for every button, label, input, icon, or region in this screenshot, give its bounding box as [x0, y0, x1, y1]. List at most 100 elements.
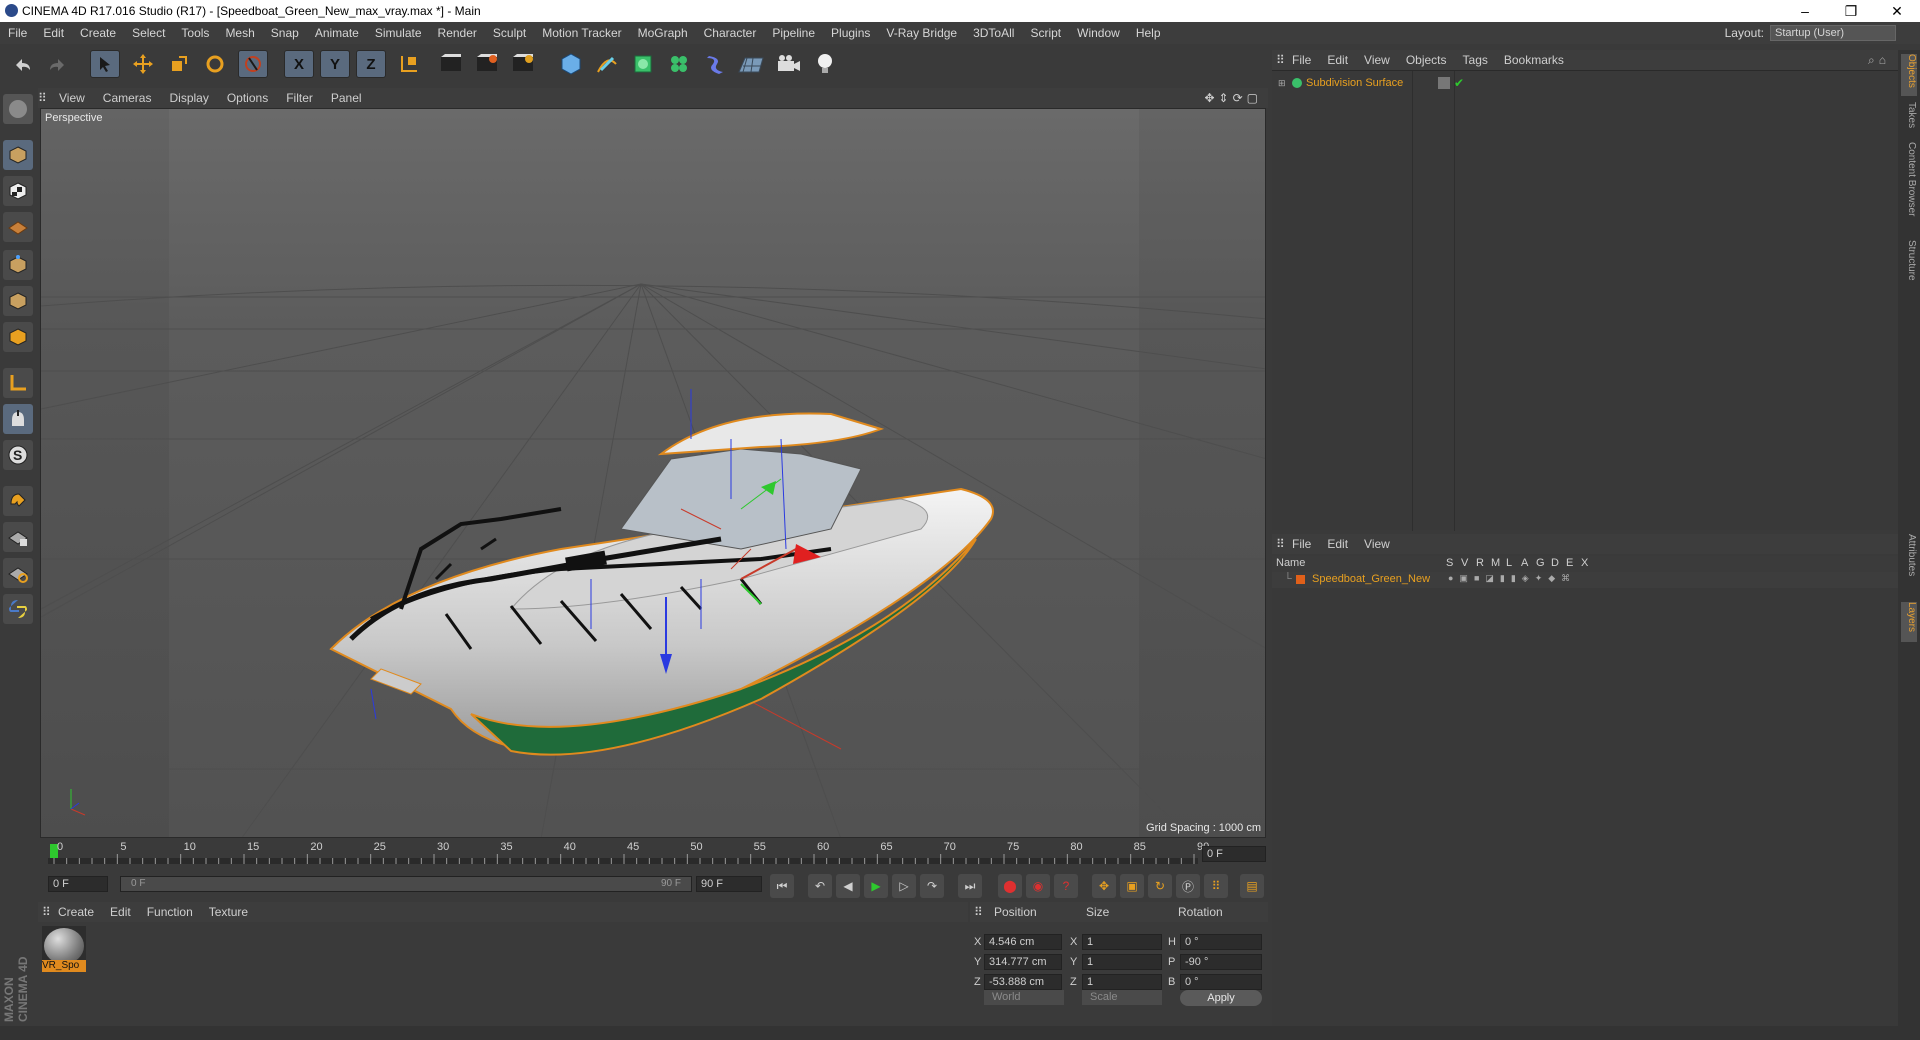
object-menu-edit[interactable]: Edit — [1319, 53, 1356, 67]
menu-character[interactable]: Character — [696, 26, 765, 40]
menu-select[interactable]: Select — [124, 26, 173, 40]
layer-menu-view[interactable]: View — [1356, 537, 1398, 551]
size-x-field[interactable]: 1 — [1082, 934, 1162, 950]
menu-pipeline[interactable]: Pipeline — [764, 26, 823, 40]
minimize-button[interactable]: – — [1782, 3, 1828, 19]
visibility-toggle-icon[interactable] — [1438, 77, 1450, 89]
subdivision-surface-icon[interactable] — [628, 50, 658, 78]
viewport-menu-view[interactable]: View — [50, 91, 94, 105]
scale-key-icon[interactable]: ▣ — [1120, 874, 1144, 898]
menu-render[interactable]: Render — [430, 26, 485, 40]
object-menu-view[interactable]: View — [1356, 53, 1398, 67]
previous-keyframe-icon[interactable]: ↶ — [808, 874, 832, 898]
cube-object-icon[interactable] — [556, 50, 586, 78]
menu-simulate[interactable]: Simulate — [367, 26, 430, 40]
end-frame-field[interactable]: 90 F — [696, 876, 762, 892]
material-menu-create[interactable]: Create — [50, 905, 102, 919]
layer-flag-icons[interactable]: ●▣■◪▮▮◈✦◆⌘ — [1448, 573, 1576, 584]
axis-mode-icon[interactable] — [3, 368, 33, 398]
menu-script[interactable]: Script — [1022, 26, 1069, 40]
previous-frame-icon[interactable]: ◀ — [836, 874, 860, 898]
cloner-icon[interactable] — [664, 50, 694, 78]
menu-snap[interactable]: Snap — [263, 26, 307, 40]
menu-sculpt[interactable]: Sculpt — [485, 26, 534, 40]
move-tool-icon[interactable] — [128, 50, 158, 78]
apply-button[interactable]: Apply — [1180, 990, 1262, 1006]
position-key-icon[interactable]: ✥ — [1092, 874, 1116, 898]
workplane-mode-icon[interactable] — [3, 212, 33, 242]
tab-objects[interactable]: Objects — [1901, 54, 1917, 96]
object-row-subdivision-surface[interactable]: ⊞ Subdivision Surface ✔ — [1272, 75, 1464, 91]
rotation-key-icon[interactable]: ↻ — [1148, 874, 1172, 898]
material-menu-function[interactable]: Function — [139, 905, 201, 919]
recent-tool-icon[interactable] — [238, 50, 268, 78]
material-thumbnail[interactable]: VR_Spo — [42, 926, 86, 972]
object-menu-tags[interactable]: Tags — [1455, 53, 1496, 67]
menu-file[interactable]: File — [0, 26, 35, 40]
viewport-menu-filter[interactable]: Filter — [277, 91, 322, 105]
undo-icon[interactable] — [8, 50, 38, 78]
x-axis-lock-button[interactable]: X — [284, 50, 314, 78]
render-picture-viewer-icon[interactable] — [472, 50, 502, 78]
light-object-icon[interactable] — [810, 50, 840, 78]
object-search-home-icons[interactable]: ⌕⌂ — [1868, 53, 1898, 68]
next-keyframe-icon[interactable]: ↷ — [920, 874, 944, 898]
play-icon[interactable]: ▶ — [864, 874, 888, 898]
range-slider[interactable]: 0 F 90 F — [120, 876, 692, 892]
menu-mograph[interactable]: MoGraph — [630, 26, 696, 40]
snapping-icon[interactable]: S — [3, 440, 33, 470]
menu-3dtoall[interactable]: 3DToAll — [965, 26, 1022, 40]
magnet-icon[interactable] — [3, 486, 33, 516]
make-editable-icon[interactable] — [3, 94, 33, 124]
rotation-p-field[interactable]: -90 ° — [1180, 954, 1262, 970]
viewport-menu-options[interactable]: Options — [218, 91, 277, 105]
model-mode-icon[interactable] — [3, 140, 33, 170]
menu-plugins[interactable]: Plugins — [823, 26, 878, 40]
position-y-field[interactable]: 314.777 cm — [984, 954, 1062, 970]
menu-create[interactable]: Create — [72, 26, 124, 40]
scale-tool-icon[interactable] — [164, 50, 194, 78]
menu-motion-tracker[interactable]: Motion Tracker — [534, 26, 629, 40]
position-z-field[interactable]: -53.888 cm — [984, 974, 1062, 990]
viewport-menu-cameras[interactable]: Cameras — [94, 91, 161, 105]
tab-takes[interactable]: Takes — [1901, 102, 1917, 136]
menu-animate[interactable]: Animate — [307, 26, 367, 40]
size-z-field[interactable]: 1 — [1082, 974, 1162, 990]
tab-layers[interactable]: Layers — [1901, 602, 1917, 642]
coordinate-system-icon[interactable] — [394, 50, 424, 78]
object-menu-bookmarks[interactable]: Bookmarks — [1496, 53, 1572, 67]
rotation-b-field[interactable]: 0 ° — [1180, 974, 1262, 990]
edges-mode-icon[interactable] — [3, 286, 33, 316]
restore-button[interactable]: ❐ — [1828, 3, 1874, 20]
tweak-mode-icon[interactable] — [3, 404, 33, 434]
select-tool-icon[interactable] — [90, 50, 120, 78]
rotate-tool-icon[interactable] — [200, 50, 230, 78]
menu-edit[interactable]: Edit — [35, 26, 72, 40]
y-axis-lock-button[interactable]: Y — [320, 50, 350, 78]
material-menu-edit[interactable]: Edit — [102, 905, 139, 919]
layer-menu-file[interactable]: File — [1284, 537, 1319, 551]
viewport-menu-panel[interactable]: Panel — [322, 91, 371, 105]
layer-row[interactable]: └ Speedboat_Green_New ●▣■◪▮▮◈✦◆⌘ — [1272, 572, 1898, 588]
coordinate-space-dropdown[interactable]: World — [984, 990, 1064, 1005]
texture-mode-icon[interactable] — [3, 176, 33, 206]
menu-tools[interactable]: Tools — [173, 26, 217, 40]
autokey-icon[interactable]: ◉ — [1026, 874, 1050, 898]
render-view-icon[interactable] — [436, 50, 466, 78]
object-menu-objects[interactable]: Objects — [1398, 53, 1455, 67]
position-x-field[interactable]: 4.546 cm — [984, 934, 1062, 950]
current-frame-field[interactable]: 0 F — [1202, 846, 1266, 862]
enabled-check-icon[interactable]: ✔ — [1454, 76, 1464, 90]
points-mode-icon[interactable] — [3, 250, 33, 280]
workplane-rotate-icon[interactable] — [3, 558, 33, 588]
viewport-menu-display[interactable]: Display — [160, 91, 217, 105]
layer-menu-edit[interactable]: Edit — [1319, 537, 1356, 551]
camera-object-icon[interactable] — [774, 50, 804, 78]
render-settings-icon[interactable] — [508, 50, 538, 78]
menu-vray-bridge[interactable]: V-Ray Bridge — [878, 26, 965, 40]
menu-help[interactable]: Help — [1128, 26, 1169, 40]
timeline-window-icon[interactable]: ▤ — [1240, 874, 1264, 898]
point-level-key-icon[interactable]: ⠿ — [1204, 874, 1228, 898]
size-mode-dropdown[interactable]: Scale — [1082, 990, 1162, 1005]
keyframe-selection-icon[interactable]: ? — [1054, 874, 1078, 898]
